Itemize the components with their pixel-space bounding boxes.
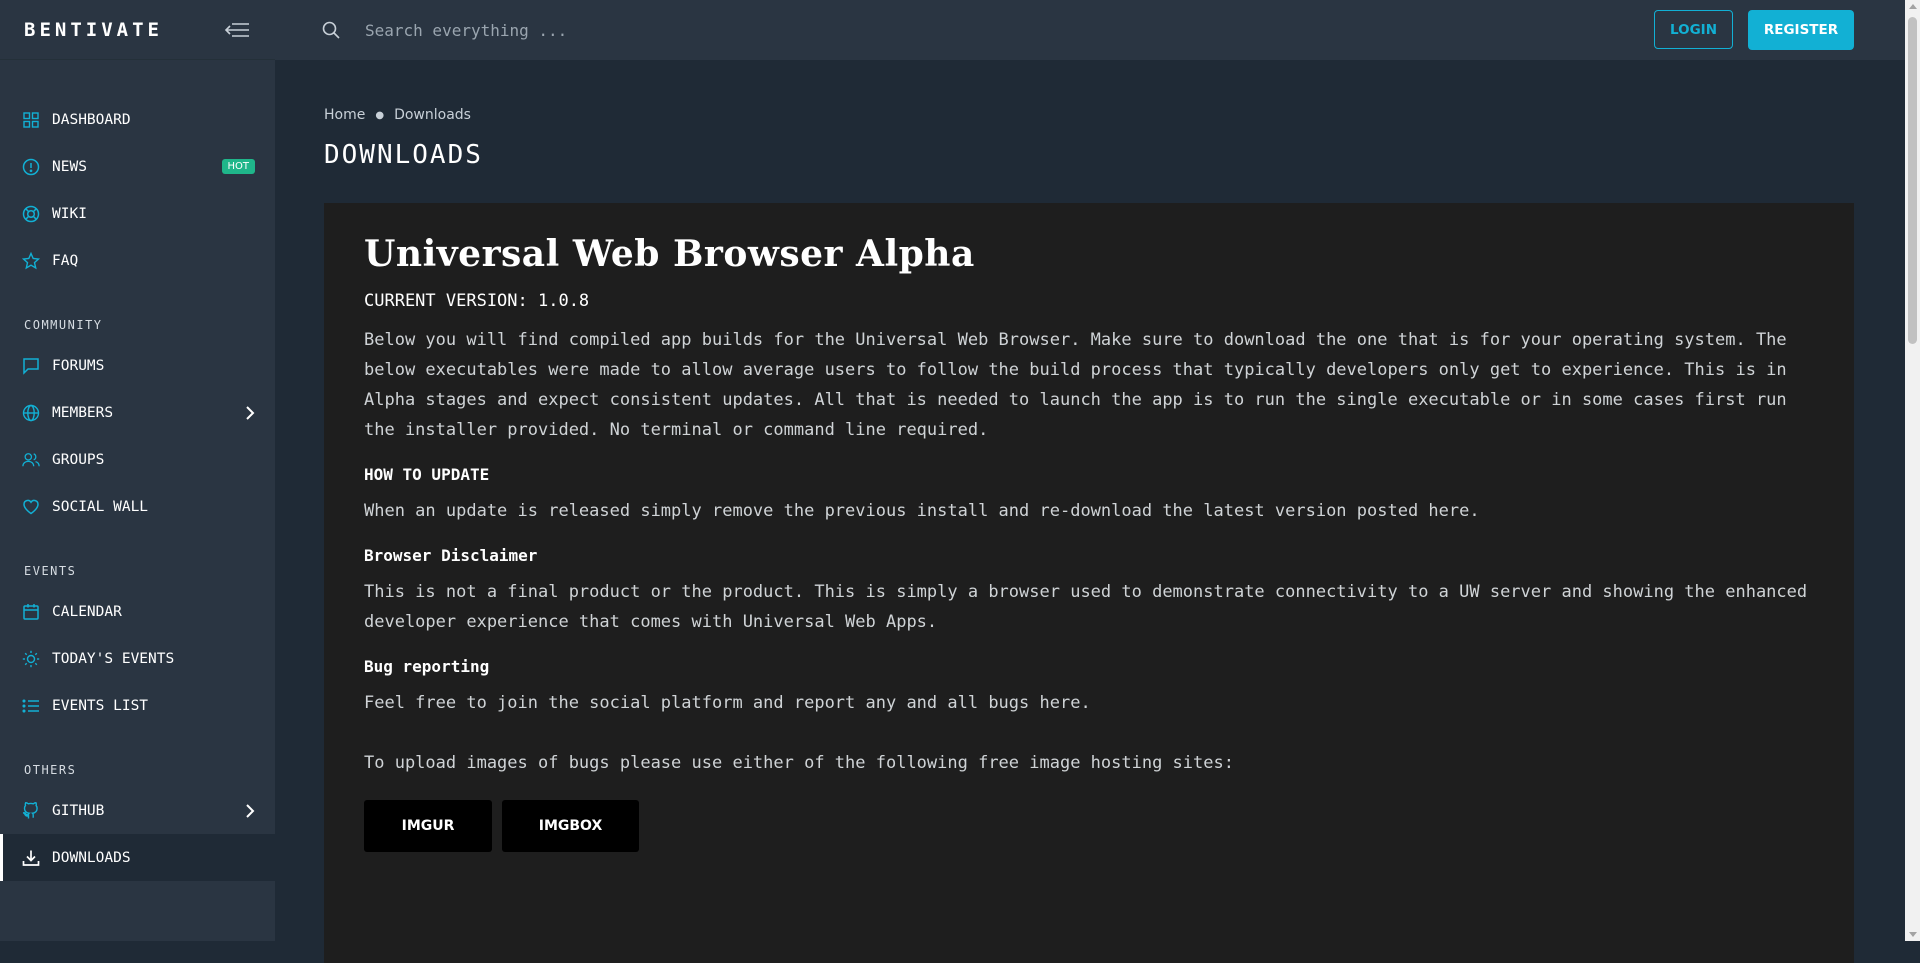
- sidebar-item-label: DASHBOARD: [52, 111, 131, 128]
- page-title: DOWNLOADS: [324, 140, 483, 170]
- sidebar: BENTIVATE DASHBOARD NEWS HOT WIKI FAQ CO…: [0, 0, 275, 941]
- sidebar-item-label: WIKI: [52, 205, 87, 222]
- topbar: LOGIN REGISTER: [275, 0, 1905, 60]
- disclaimer-heading: Browser Disclaimer: [364, 546, 538, 565]
- breadcrumb: Home ● Downloads: [324, 107, 471, 123]
- sidebar-item-todays-events[interactable]: TODAY'S EVENTS: [0, 635, 275, 682]
- grid-icon: [22, 111, 40, 129]
- section-title-events: EVENTS: [24, 564, 77, 578]
- download-icon: [22, 849, 40, 867]
- bug-heading: Bug reporting: [364, 657, 490, 676]
- breadcrumb-current: Downloads: [394, 107, 471, 123]
- image-host-buttons: IMGUR IMGBOX: [364, 800, 1814, 852]
- downloads-card: Universal Web Browser Alpha CURRENT VERS…: [324, 203, 1854, 963]
- sidebar-item-label: CALENDAR: [52, 603, 122, 620]
- list-icon: [22, 697, 40, 715]
- sidebar-item-label: GROUPS: [52, 451, 105, 468]
- alert-circle-icon: [22, 158, 40, 176]
- current-version: CURRENT VERSION: 1.0.8: [364, 291, 590, 311]
- chevron-right-icon: [245, 803, 255, 818]
- update-heading: HOW TO UPDATE: [364, 465, 490, 484]
- scroll-up-arrow-icon[interactable]: [1909, 4, 1917, 9]
- sidebar-item-events-list[interactable]: EVENTS LIST: [0, 682, 275, 729]
- heart-icon: [22, 498, 40, 516]
- star-icon: [22, 251, 40, 270]
- update-text: When an update is released simply remove…: [364, 501, 1480, 521]
- section-title-others: OTHERS: [24, 763, 77, 777]
- chat-icon: [22, 357, 40, 375]
- sidebar-item-label: NEWS: [52, 158, 87, 175]
- bug-text: Feel free to join the social platform an…: [364, 693, 1091, 713]
- sidebar-item-label: EVENTS LIST: [52, 697, 149, 714]
- sidebar-item-label: FORUMS: [52, 357, 105, 374]
- search-icon[interactable]: [321, 20, 341, 40]
- breadcrumb-separator-icon: ●: [375, 109, 385, 121]
- intro-paragraph: Below you will find compiled app builds …: [364, 330, 1787, 440]
- users-icon: [22, 451, 40, 469]
- sidebar-item-groups[interactable]: GROUPS: [0, 436, 275, 483]
- sidebar-item-calendar[interactable]: CALENDAR: [0, 588, 275, 635]
- calendar-icon: [22, 603, 40, 621]
- sidebar-item-label: SOCIAL WALL: [52, 498, 149, 515]
- section-title-community: COMMUNITY: [24, 318, 103, 332]
- globe-icon: [22, 404, 40, 422]
- sidebar-item-wiki[interactable]: WIKI: [0, 190, 275, 237]
- scroll-thumb[interactable]: [1908, 17, 1917, 344]
- sidebar-item-news[interactable]: NEWS HOT: [0, 143, 275, 190]
- github-icon: [22, 801, 40, 820]
- sidebar-item-label: TODAY'S EVENTS: [52, 650, 175, 667]
- imgbox-button[interactable]: IMGBOX: [502, 800, 639, 852]
- sidebar-item-label: MEMBERS: [52, 404, 114, 421]
- imgur-button[interactable]: IMGUR: [364, 800, 492, 852]
- sidebar-item-label: GITHUB: [52, 802, 105, 819]
- sidebar-item-members[interactable]: MEMBERS: [0, 389, 275, 436]
- sidebar-item-label: DOWNLOADS: [52, 849, 131, 866]
- search-input[interactable]: [363, 19, 967, 41]
- page-scrollbar[interactable]: [1905, 0, 1920, 941]
- sidebar-nav: DASHBOARD NEWS HOT WIKI FAQ COMMUNITY FO…: [0, 60, 275, 881]
- menu-collapse-icon[interactable]: [223, 20, 251, 40]
- breadcrumb-home-link[interactable]: Home: [324, 107, 365, 123]
- content-title: Universal Web Browser Alpha: [364, 233, 975, 275]
- disclaimer-text: This is not a final product or the produ…: [364, 582, 1808, 632]
- login-button[interactable]: LOGIN: [1654, 10, 1733, 49]
- sidebar-item-social-wall[interactable]: SOCIAL WALL: [0, 483, 275, 530]
- lifebuoy-icon: [22, 205, 40, 223]
- sidebar-item-faq[interactable]: FAQ: [0, 237, 275, 284]
- scroll-down-arrow-icon[interactable]: [1909, 932, 1917, 937]
- sidebar-item-dashboard[interactable]: DASHBOARD: [0, 96, 275, 143]
- sidebar-item-github[interactable]: GITHUB: [0, 787, 275, 834]
- sun-icon: [22, 650, 40, 668]
- upload-text: To upload images of bugs please use eith…: [364, 753, 1234, 773]
- sidebar-item-forums[interactable]: FORUMS: [0, 342, 275, 389]
- sidebar-item-downloads[interactable]: DOWNLOADS: [0, 834, 275, 881]
- chevron-right-icon: [245, 405, 255, 420]
- brand-row: BENTIVATE: [0, 0, 275, 60]
- register-button[interactable]: REGISTER: [1748, 10, 1854, 50]
- brand-logo[interactable]: BENTIVATE: [24, 19, 163, 41]
- hot-badge: HOT: [221, 159, 255, 174]
- sidebar-item-label: FAQ: [52, 252, 79, 269]
